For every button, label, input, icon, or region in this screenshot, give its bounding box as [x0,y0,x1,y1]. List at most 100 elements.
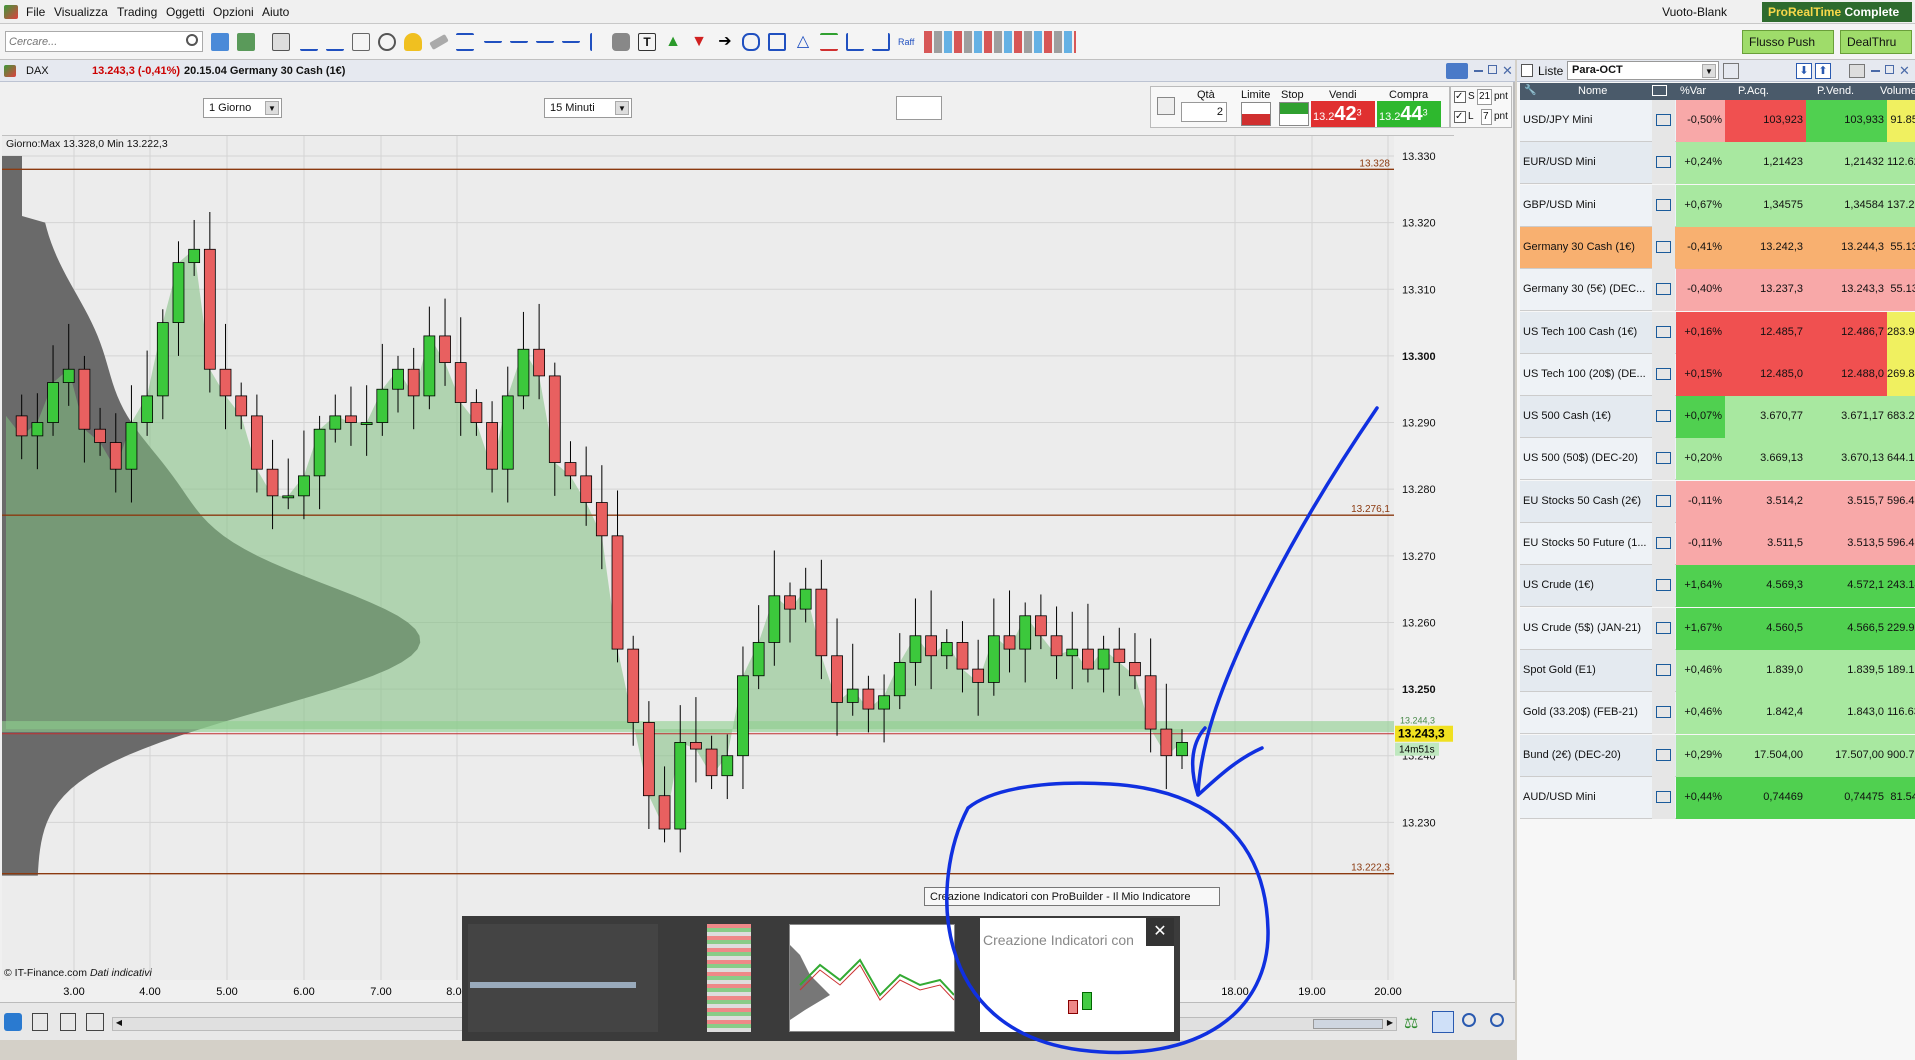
close-icon[interactable]: ✕ [1899,63,1910,79]
watchlist-row[interactable]: US Tech 100 (20$) (DE... +0,15% 12.485,0 12… [1520,353,1915,396]
lasso-icon[interactable] [742,33,760,51]
color-palette[interactable] [924,31,1076,53]
multi-line-icon[interactable] [326,33,344,51]
col-vol[interactable]: Volume [1880,85,1915,97]
price-chart[interactable]: 13.330 13.320 13.310 13.300 13.290 13.280 13.2… [2,135,1454,981]
menu-aiuto[interactable]: Aiuto [262,5,289,19]
menu-visualizza[interactable]: Visualizza [54,5,108,19]
row-chart-button[interactable] [1652,480,1675,523]
watchlist-row[interactable]: US 500 Cash (1€) +0,07% 3.670,77 3.671,17 68… [1520,396,1915,439]
watchlist-row[interactable]: USD/JPY Mini -0,50%103,923103,93391.853 [1520,100,1915,142]
row-chart-button[interactable] [1652,353,1675,396]
regression-icon[interactable]: Raff [898,33,916,51]
menu-oggetti[interactable]: Oggetti [166,5,205,19]
watchlist-row[interactable]: EU Stocks 50 Cash (2€) -0,11% 3.514,2 3.515… [1520,480,1915,523]
limit-order-icon[interactable] [1241,102,1271,126]
share-icon[interactable] [4,1013,22,1031]
layout-icon[interactable] [86,1013,104,1031]
row-chart-button[interactable] [1652,311,1675,354]
row-chart-button[interactable] [1652,269,1675,312]
col-ven[interactable]: P.Vend. [1817,85,1854,97]
horizontal-ray-icon[interactable] [562,33,580,43]
scale-icon[interactable]: ⚖ [1404,1013,1422,1032]
close-icon[interactable]: ✕ [1502,63,1513,79]
arrow-down-icon[interactable]: ▼ [690,33,708,51]
text-icon[interactable]: T [638,33,656,51]
interval-select[interactable]: 15 Minuti ▼ [544,98,632,118]
row-chart-button[interactable] [1652,692,1675,735]
workspace-label[interactable]: Vuoto-Blank [1662,5,1727,19]
h-line-icon[interactable] [484,33,502,43]
sell-button[interactable]: 13.2423 [1311,101,1375,127]
buy-button[interactable]: 13.2443 [1377,101,1441,127]
watchlist-row[interactable]: Germany 30 (5€) (DEC... -0,40% 13.237,3 13.… [1520,269,1915,312]
watchlist-row[interactable]: US 500 (50$) (DEC-20) +0,20% 3.669,13 3.670… [1520,438,1915,481]
rectangle-icon[interactable] [768,33,786,51]
vertical-line-icon[interactable] [590,33,594,51]
wrench-icon[interactable] [1723,63,1739,79]
scroll-right-arrow[interactable]: ▶ [1384,1018,1396,1030]
search-input[interactable] [5,31,203,52]
flusso-push-button[interactable]: Flusso Push [1742,30,1834,54]
dealthru-button[interactable]: DealThru [1840,30,1912,54]
row-chart-button[interactable] [1652,607,1675,650]
chart-type-icon[interactable] [896,96,942,120]
row-chart-button[interactable] [1652,100,1675,142]
arrow-right-icon[interactable]: ➔ [716,33,734,51]
row-chart-button[interactable] [1652,226,1675,269]
grid-icon[interactable] [237,33,255,51]
watchlist-row[interactable]: Spot Gold (E1) +0,46%1.839,01.839,5189.12… [1520,649,1915,692]
zoom-icon[interactable] [378,33,396,51]
row-chart-button[interactable] [1652,438,1675,481]
watchlist-row[interactable]: Gold (33.20$) (FEB-21) +0,46% 1.842,4 1.843… [1520,692,1915,735]
row-chart-button[interactable] [1652,523,1675,565]
scrollbar-thumb[interactable] [1313,1019,1383,1029]
thumbnail-window-4[interactable]: Creazione Indicatori con ✕ [980,918,1174,1032]
row-chart-button[interactable] [1652,184,1675,227]
calculator-icon[interactable] [32,1013,48,1031]
take-profit-checkbox[interactable]: ✓ [1454,111,1466,123]
row-chart-button[interactable] [1652,649,1675,692]
alert-bell-icon[interactable] [404,33,422,51]
stop-loss-input[interactable]: 21 [1477,89,1492,105]
watchlist-row[interactable]: EUR/USD Mini +0,24%1,214231,21432112.620 [1520,142,1915,185]
watchlist-row[interactable]: Bund (2€) (DEC-20) +0,29% 17.504,00 17.507,… [1520,734,1915,777]
row-chart-button[interactable] [1652,776,1675,819]
trash-icon[interactable] [352,33,370,51]
zoom-in-icon[interactable] [1490,1013,1504,1027]
watchlist-row[interactable]: GBP/USD Mini +0,67%1,345751,34584137.268 [1520,184,1915,227]
chart-instrument[interactable]: DAX [26,65,49,77]
ruler-icon[interactable] [429,34,449,50]
sort-up-icon[interactable]: ⬆ [1815,63,1831,79]
qty-input[interactable]: 2 [1181,102,1227,122]
menu-file[interactable]: File [26,5,45,19]
keyboard-icon[interactable] [1446,63,1468,79]
list-select[interactable]: Para-OCT ▼ [1567,61,1719,80]
col-var[interactable]: %Var [1680,85,1706,97]
arrow-up-icon[interactable]: ▲ [664,33,682,51]
sort-down-icon[interactable]: ⬇ [1796,63,1812,79]
row-chart-button[interactable] [1652,142,1675,185]
cursor-icon[interactable] [272,33,290,51]
print-icon[interactable] [1849,64,1865,78]
hand-icon[interactable] [612,33,630,51]
thumbnail-window-2[interactable] [707,924,751,1032]
triangle-icon[interactable]: △ [794,33,812,51]
watchlist-row[interactable]: AUD/USD Mini +0,44%0,744690,7447581.543 [1520,776,1915,819]
minimize-icon[interactable] [1871,70,1880,72]
search-icon[interactable] [186,34,198,46]
minimize-icon[interactable] [1474,70,1483,72]
row-chart-button[interactable] [1652,734,1675,777]
watchlist-row[interactable]: EU Stocks 50 Future (1... -0,11% 3.511,5 3.… [1520,523,1915,565]
trendline-icon[interactable] [300,33,318,51]
row-chart-button[interactable] [1652,396,1675,439]
gann-icon[interactable] [872,33,890,51]
fibonacci-icon[interactable] [820,33,838,51]
wrench-icon[interactable] [1157,97,1175,115]
channel-icon[interactable] [456,33,474,51]
period-select[interactable]: 1 Giorno ▼ [203,98,282,118]
thumbnail-close-button[interactable]: ✕ [1146,918,1174,946]
watchlist-row[interactable]: US Crude (5$) (JAN-21) +1,67% 4.560,5 4.566… [1520,607,1915,650]
header-wrench-icon[interactable]: 🔧 [1524,85,1536,96]
layout-icon[interactable] [211,33,229,51]
